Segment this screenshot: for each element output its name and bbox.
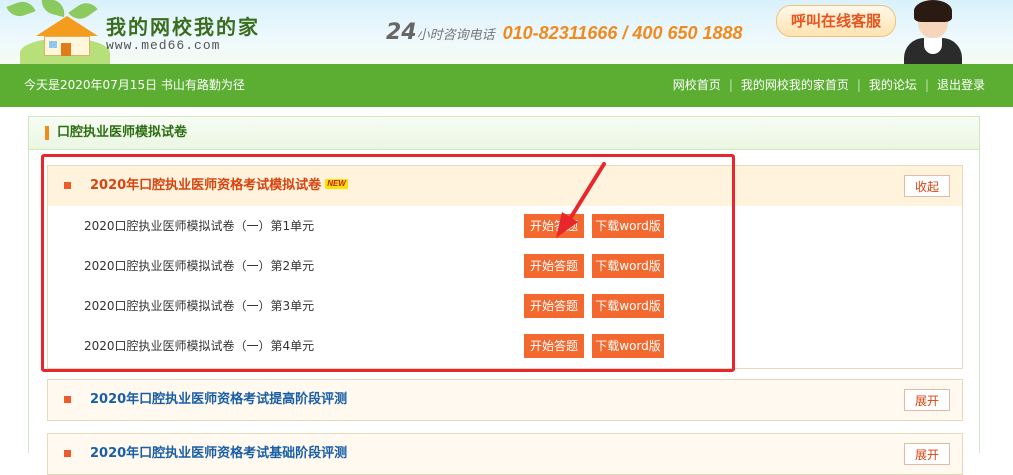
start-exam-button[interactable]: 开始答题 bbox=[524, 294, 584, 318]
section-bullet bbox=[64, 450, 71, 457]
exam-row-label: 2020口腔执业医师模拟试卷（一）第1单元 bbox=[84, 219, 315, 233]
exam-row-label: 2020口腔执业医师模拟试卷（一）第2单元 bbox=[84, 259, 315, 273]
house-logo-icon[interactable] bbox=[36, 16, 98, 56]
section-title[interactable]: 2020年口腔执业医师资格考试提高阶段评测 bbox=[90, 380, 347, 420]
collapse-button[interactable]: 收起 bbox=[904, 175, 950, 197]
date-motto: 今天是2020年07月15日 书山有路勤为径 bbox=[24, 78, 245, 92]
exam-row: 2020口腔执业医师模拟试卷（一）第1单元 开始答题 下载word版 bbox=[48, 206, 962, 246]
section-header[interactable]: 2020年口腔执业医师资格考试模拟试卷 NEW 收起 bbox=[48, 166, 962, 206]
panel-header: 口腔执业医师模拟试卷 bbox=[29, 117, 979, 150]
exam-section-mock: 2020年口腔执业医师资格考试模拟试卷 NEW 收起 2020口腔执业医师模拟试卷… bbox=[47, 165, 963, 369]
exam-row-label: 2020口腔执业医师模拟试卷（一）第3单元 bbox=[84, 299, 315, 313]
nav-divider: | bbox=[728, 78, 733, 92]
exam-section-basic: 2020年口腔执业医师资格考试基础阶段评测 展开 bbox=[47, 433, 963, 475]
section-bullet bbox=[64, 396, 71, 403]
nav-divider: | bbox=[924, 78, 929, 92]
exam-panel: 口腔执业医师模拟试卷 2020年口腔执业医师资格考试模拟试卷 NEW 收起 202… bbox=[28, 116, 980, 475]
logo-url: www.med66.com bbox=[106, 38, 221, 53]
nav-logout-link[interactable]: 退出登录 bbox=[937, 78, 985, 92]
expand-button[interactable]: 展开 bbox=[904, 389, 950, 411]
section-header[interactable]: 2020年口腔执业医师资格考试基础阶段评测 展开 bbox=[48, 434, 962, 474]
section-header[interactable]: 2020年口腔执业医师资格考试提高阶段评测 展开 bbox=[48, 380, 962, 420]
online-service-button[interactable]: 呼叫在线客服 bbox=[776, 5, 896, 37]
hotline-label: 小时咨询电话 bbox=[416, 28, 495, 43]
nav-forum-link[interactable]: 我的论坛 bbox=[869, 78, 917, 92]
leaf-decoration bbox=[6, 0, 36, 21]
hotline-24: 24 bbox=[386, 20, 417, 45]
download-word-button[interactable]: 下载word版 bbox=[592, 294, 664, 318]
hotline-numbers: 010-82311666 / 400 650 1888 bbox=[502, 23, 743, 43]
section-title[interactable]: 2020年口腔执业医师资格考试模拟试卷 NEW bbox=[90, 166, 348, 206]
exam-section-advanced: 2020年口腔执业医师资格考试提高阶段评测 展开 bbox=[47, 379, 963, 421]
nav-links: 网校首页 | 我的网校我的家首页 | 我的论坛 | 退出登录 bbox=[673, 64, 985, 107]
nav-home-link[interactable]: 网校首页 bbox=[673, 78, 721, 92]
panel-title: 口腔执业医师模拟试卷 bbox=[57, 125, 188, 140]
section-title[interactable]: 2020年口腔执业医师资格考试基础阶段评测 bbox=[90, 434, 347, 474]
hotline: 24小时咨询电话 010-82311666 / 400 650 1888 bbox=[386, 20, 743, 48]
section-title-text[interactable]: 2020年口腔执业医师资格考试模拟试卷 bbox=[90, 178, 321, 193]
section-bullet bbox=[64, 182, 71, 189]
exam-row-label: 2020口腔执业医师模拟试卷（一）第4单元 bbox=[84, 339, 315, 353]
exam-row: 2020口腔执业医师模拟试卷（一）第4单元 开始答题 下载word版 bbox=[48, 326, 962, 368]
logo-text[interactable]: 我的网校我的家 bbox=[106, 11, 260, 40]
download-word-button[interactable]: 下载word版 bbox=[592, 214, 664, 238]
nav-divider: | bbox=[856, 78, 861, 92]
title-marker bbox=[45, 126, 49, 140]
start-exam-button[interactable]: 开始答题 bbox=[524, 214, 584, 238]
service-agent-avatar bbox=[900, 0, 964, 64]
expand-button[interactable]: 展开 bbox=[904, 443, 950, 465]
new-badge: NEW bbox=[325, 179, 348, 189]
top-nav-bar: 今天是2020年07月15日 书山有路勤为径 网校首页 | 我的网校我的家首页 | 我的… bbox=[0, 64, 1013, 107]
start-exam-button[interactable]: 开始答题 bbox=[524, 334, 584, 358]
nav-myschool-link[interactable]: 我的网校我的家首页 bbox=[741, 78, 849, 92]
site-header: 我的网校我的家 www.med66.com 24小时咨询电话 010-823116… bbox=[0, 0, 1013, 64]
exam-row: 2020口腔执业医师模拟试卷（一）第3单元 开始答题 下载word版 bbox=[48, 286, 962, 326]
start-exam-button[interactable]: 开始答题 bbox=[524, 254, 584, 278]
leaf-decoration bbox=[38, 0, 68, 18]
exam-row: 2020口腔执业医师模拟试卷（一）第2单元 开始答题 下载word版 bbox=[48, 246, 962, 286]
download-word-button[interactable]: 下载word版 bbox=[592, 334, 664, 358]
download-word-button[interactable]: 下载word版 bbox=[592, 254, 664, 278]
